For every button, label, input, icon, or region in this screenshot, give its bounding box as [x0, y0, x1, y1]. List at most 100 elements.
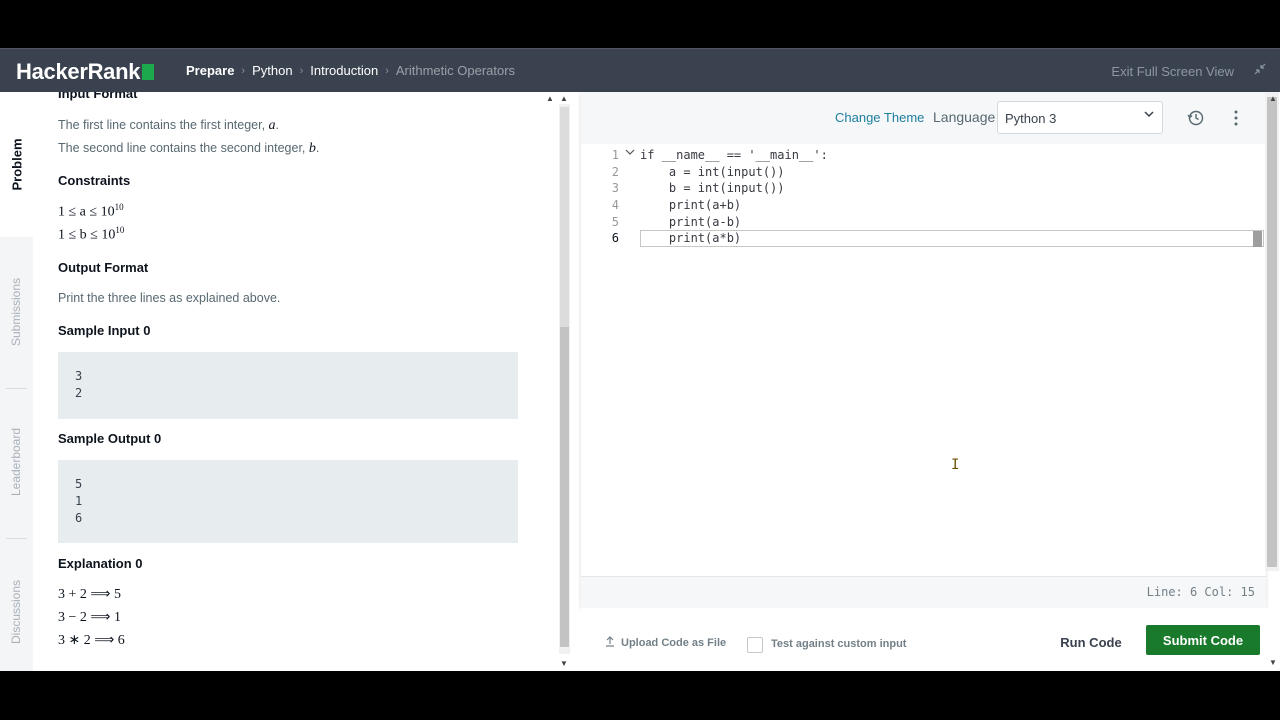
constraint-2-exponent: 10: [115, 225, 125, 235]
constraint-2-text: 1 ≤ b ≤ 10: [58, 227, 116, 243]
chevron-right-icon: ›: [385, 64, 389, 77]
line-number: 6: [611, 231, 619, 246]
language-value: Python 3: [1005, 111, 1057, 126]
change-theme-link[interactable]: Change Theme: [835, 110, 924, 125]
sample-output-line: 6: [75, 511, 83, 525]
overview-cursor-marker: [1253, 231, 1262, 248]
code-line[interactable]: 2 a = int(input()): [581, 164, 1266, 181]
explanation-line: 3 ∗ 2 ⟹ 6: [58, 633, 125, 648]
code-text: print(a*b): [640, 231, 742, 246]
scroll-thumb[interactable]: [560, 327, 569, 647]
line-number: 1: [611, 148, 619, 162]
side-tabs: Problem Submissions Leaderboard Discussi…: [0, 92, 33, 671]
constraint-2: 1 ≤ b ≤ 1010: [58, 225, 124, 244]
constraint-1-exponent: 10: [114, 202, 124, 212]
code-text: b = int(input()): [640, 181, 785, 196]
chevron-down-icon: [1144, 109, 1154, 122]
input-format-line-2: The second line contains the second inte…: [58, 141, 320, 156]
submit-code-button[interactable]: Submit Code: [1146, 625, 1260, 655]
var-a: a: [268, 118, 276, 133]
problem-scrollbar[interactable]: ▲ ▲ ▼: [545, 92, 571, 671]
code-text: a = int(input()): [640, 164, 785, 179]
top-letterbox: [0, 0, 1280, 48]
bottom-letterbox: [0, 671, 1280, 720]
text-cursor-icon: I: [951, 457, 960, 473]
history-icon[interactable]: [1187, 109, 1205, 132]
scroll-up-arrow-icon[interactable]: ▲: [546, 94, 554, 103]
scroll-down-arrow-icon[interactable]: ▼: [560, 659, 568, 668]
sample-input-heading: Sample Input 0: [58, 323, 151, 338]
tab-divider: [6, 388, 27, 389]
tab-submissions-label: Submissions: [9, 277, 24, 347]
code-line[interactable]: 4 print(a+b): [581, 197, 1266, 214]
tab-divider: [6, 538, 27, 539]
sample-input-line: 2: [75, 386, 83, 400]
input-line2-text: The second line contains the second inte…: [58, 141, 309, 155]
cursor-position: Line: 6 Col: 15: [1146, 585, 1255, 599]
problem-statement: Input Format The first line contains the…: [33, 92, 543, 671]
chevron-right-icon: ›: [241, 64, 246, 77]
editor-scrollbar[interactable]: [1265, 92, 1279, 571]
code-line[interactable]: 1 if __name__ == '__main__':: [581, 147, 1266, 164]
sample-output-line: 5: [75, 477, 83, 491]
code-editor-panel: Change Theme Language Python 3 1 if __na…: [581, 92, 1266, 608]
breadcrumb-prepare[interactable]: Prepare: [186, 63, 234, 78]
editor-toolbar: Change Theme Language Python 3: [581, 92, 1266, 144]
custom-input-checkbox[interactable]: [747, 637, 763, 653]
fold-chevron-icon[interactable]: [625, 147, 635, 164]
line-number: 2: [611, 164, 619, 179]
tab-problem[interactable]: Problem: [0, 92, 33, 237]
logo-square-icon: [142, 64, 155, 80]
scroll-down-arrow-icon[interactable]: ▼: [1269, 658, 1277, 667]
input-format-heading: Input Format: [58, 92, 138, 101]
code-text: if __name__ == '__main__':: [640, 148, 828, 162]
code-text: print(a+b): [640, 198, 742, 213]
sample-output-heading: Sample Output 0: [58, 431, 162, 446]
custom-input-label[interactable]: Test against custom input: [771, 638, 906, 650]
code-text: print(a-b): [640, 214, 742, 229]
editor-scroll-thumb[interactable]: [1267, 97, 1277, 567]
tab-problem-label: Problem: [9, 138, 25, 191]
upload-icon: [605, 636, 615, 650]
language-select[interactable]: Python 3: [997, 101, 1163, 134]
breadcrumb: Prepare › Python › Introduction › Arithm…: [186, 63, 515, 78]
editor-action-bar: Upload Code as File Test against custom …: [581, 608, 1280, 671]
code-area[interactable]: 1 if __name__ == '__main__': 2 a = int(i…: [581, 147, 1266, 248]
constraint-1-text: 1 ≤ a ≤ 10: [58, 204, 115, 220]
input-format-line-1: The first line contains the first intege…: [58, 118, 280, 133]
scroll-up-arrow-icon[interactable]: ▲: [560, 94, 568, 103]
language-label: Language: [933, 109, 996, 125]
tab-leaderboard[interactable]: Leaderboard: [0, 392, 33, 532]
explanation-heading: Explanation 0: [58, 556, 143, 571]
scroll-up-arrow-icon[interactable]: ▲: [1269, 94, 1277, 103]
upload-code-button[interactable]: Upload Code as File: [605, 636, 726, 650]
code-line[interactable]: 5 print(a-b): [581, 214, 1266, 231]
input-line1-text: The first line contains the first intege…: [58, 118, 269, 132]
output-format-text: Print the three lines as explained above…: [58, 291, 281, 305]
breadcrumb-python[interactable]: Python: [252, 63, 292, 78]
sample-output-line: 1: [75, 494, 83, 508]
tab-submissions[interactable]: Submissions: [0, 242, 33, 382]
sample-input-block: 3 2: [58, 352, 518, 419]
tab-leaderboard-label: Leaderboard: [9, 427, 24, 497]
exit-fullscreen-link[interactable]: Exit Full Screen View: [1111, 64, 1234, 79]
tab-discussions[interactable]: Discussions: [0, 542, 33, 682]
explanation-line: 3 + 2 ⟹ 5: [58, 587, 121, 602]
more-vertical-icon[interactable]: [1233, 110, 1239, 126]
chevron-right-icon: ›: [299, 64, 304, 77]
editor-statusbar: Line: 6 Col: 15: [581, 576, 1266, 608]
sample-output-block: 5 1 6: [58, 460, 518, 543]
hackerrank-logo[interactable]: HackerRank: [16, 59, 155, 85]
breadcrumb-introduction[interactable]: Introduction: [310, 63, 378, 78]
tab-discussions-label: Discussions: [9, 579, 24, 645]
line-number: 3: [611, 181, 619, 196]
collapse-icon[interactable]: [1254, 63, 1266, 78]
upload-label: Upload Code as File: [621, 637, 727, 649]
run-code-button[interactable]: Run Code: [1049, 627, 1133, 657]
code-line[interactable]: 3 b = int(input()): [581, 180, 1266, 197]
breadcrumb-current: Arithmetic Operators: [395, 63, 516, 78]
sample-input-line: 3: [75, 369, 83, 383]
var-b: b: [308, 141, 316, 156]
line-number: 5: [611, 214, 619, 229]
code-line-current[interactable]: 6 print(a*b): [581, 230, 1266, 248]
